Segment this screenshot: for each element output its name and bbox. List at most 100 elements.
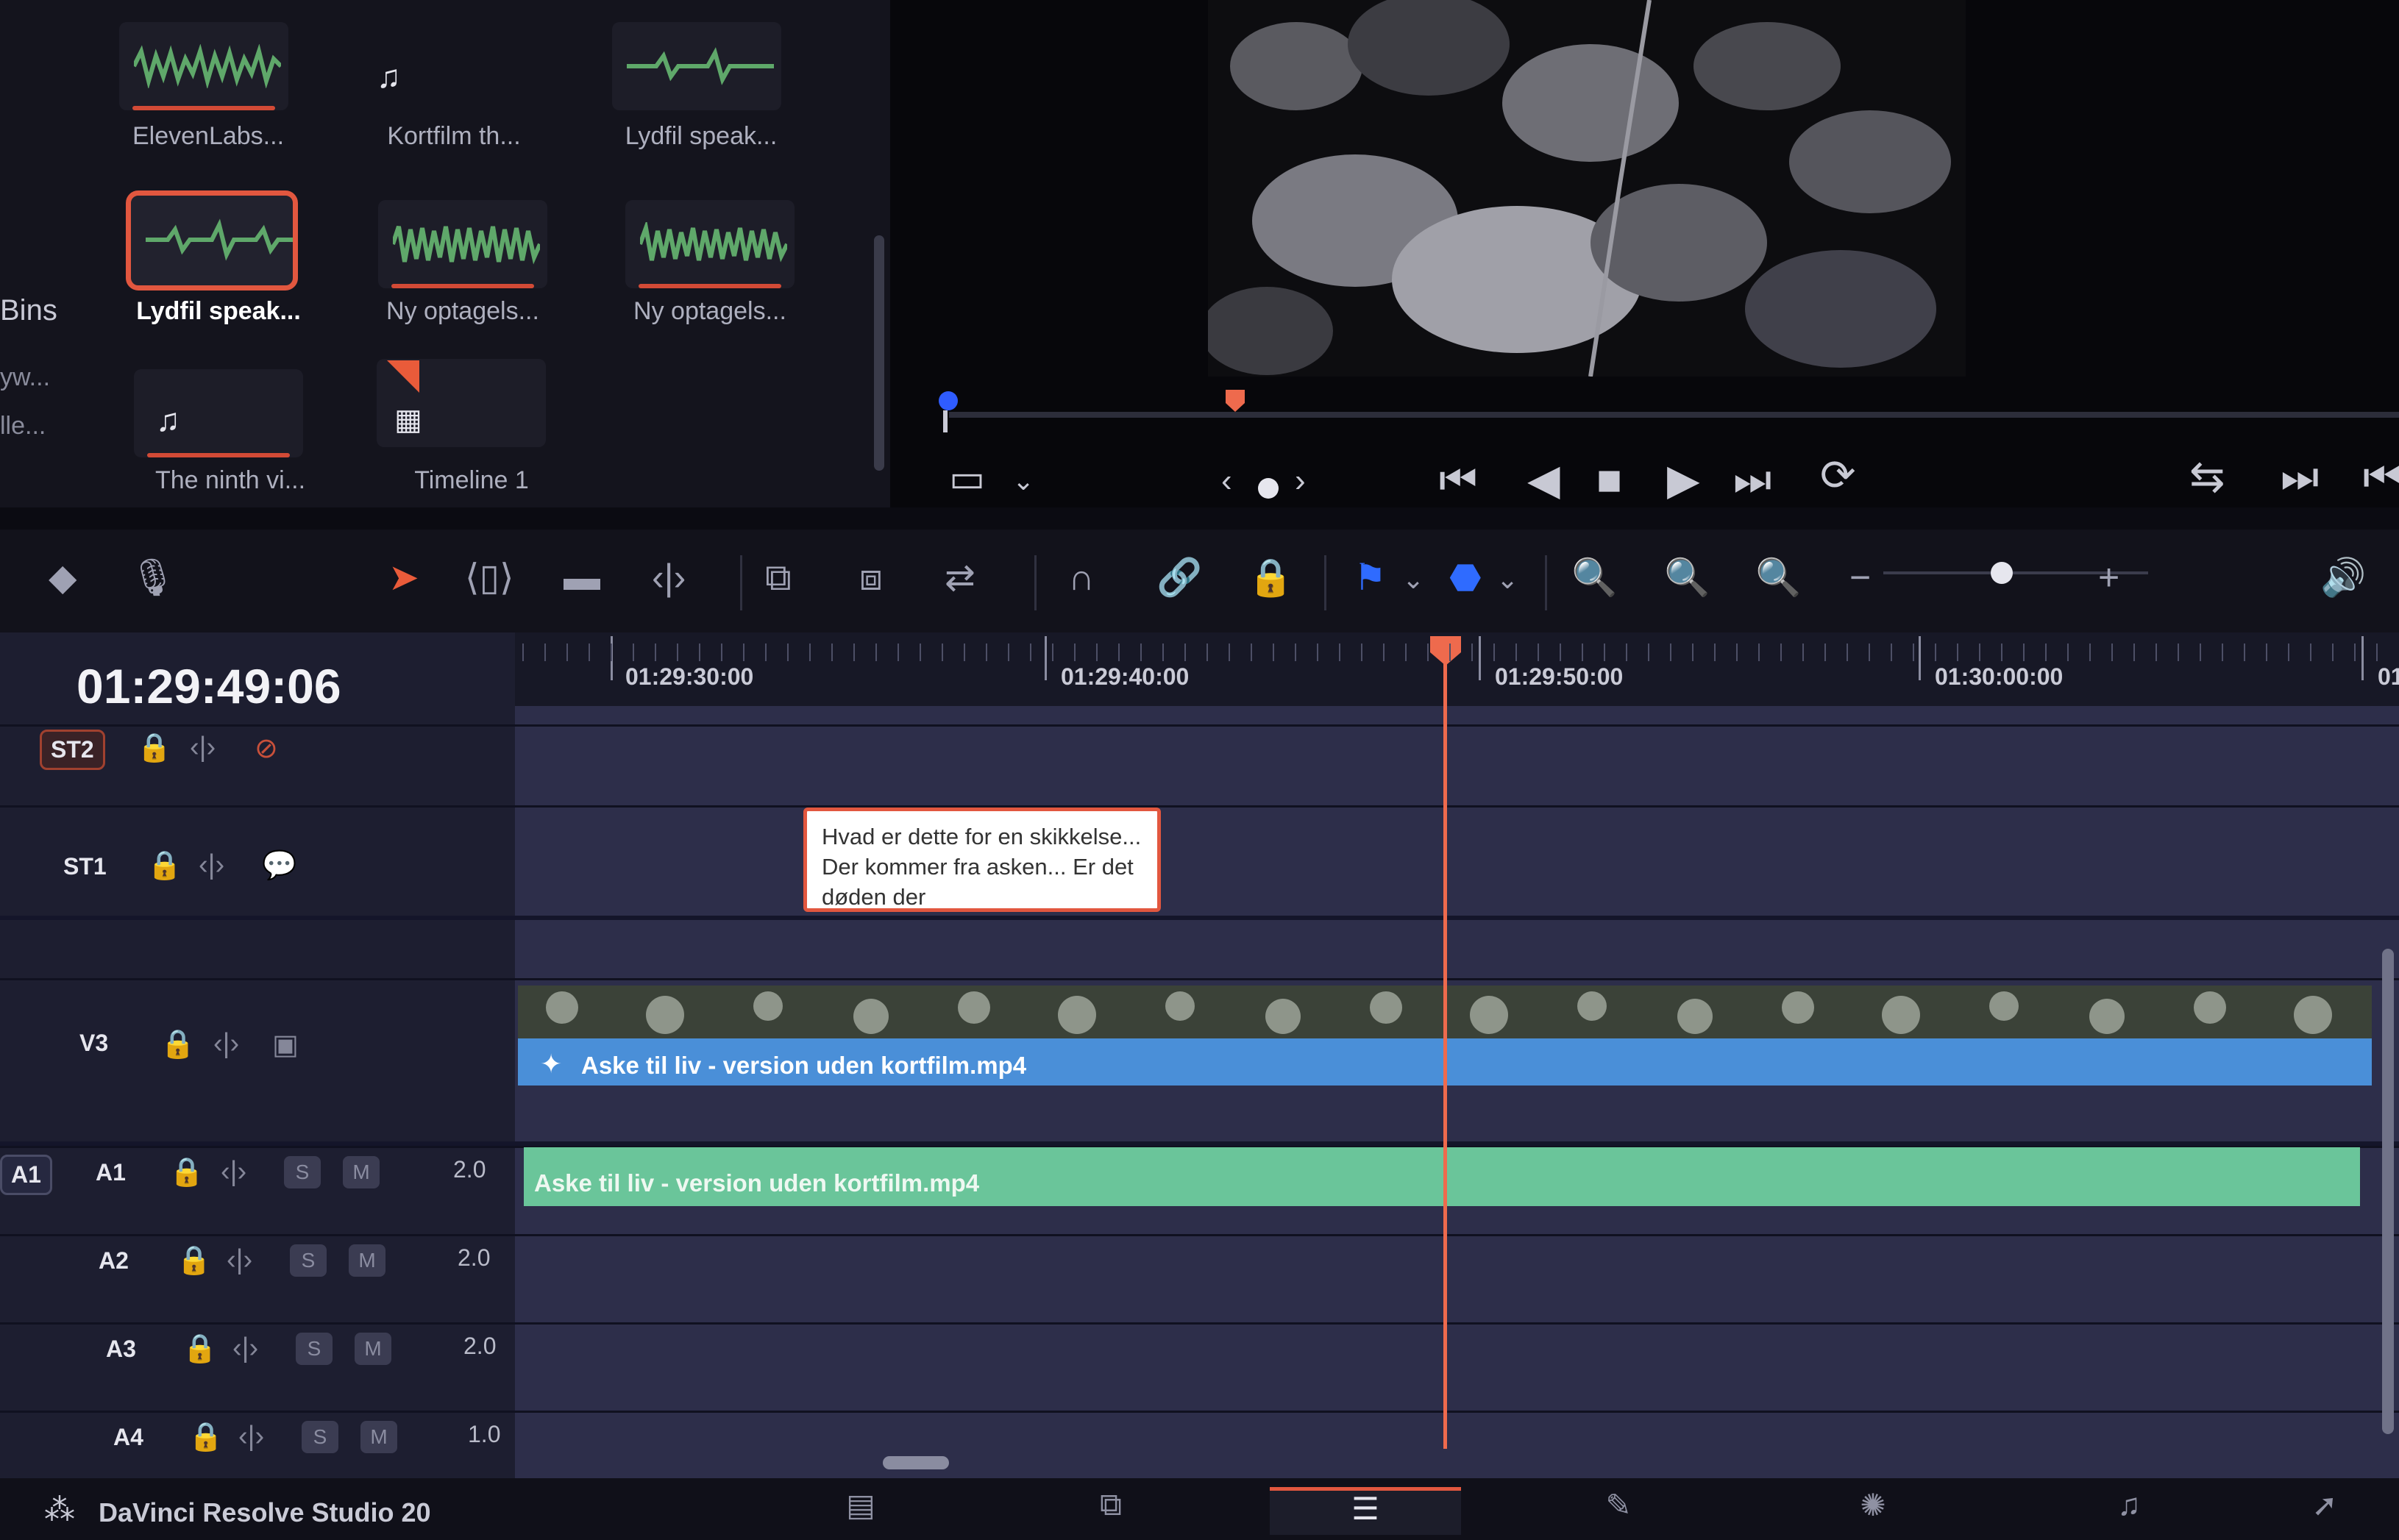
music-note-icon: ♫	[377, 59, 401, 95]
track-name[interactable]: ST1	[63, 853, 107, 880]
subtitle-clip[interactable]: Hvad er dette for en skikkelse... Der ko…	[803, 808, 1161, 912]
media-page-tab[interactable]: ▤	[765, 1487, 956, 1531]
lock-icon[interactable]: 🔒	[188, 1421, 223, 1453]
mute-button[interactable]: M	[349, 1244, 385, 1277]
bin-item[interactable]: yw...	[0, 363, 50, 392]
subtitle-disabled-icon[interactable]: ⊘	[255, 732, 278, 765]
track-st2[interactable]	[0, 724, 2399, 808]
ruler-minor-tick	[1251, 644, 1252, 661]
auto-select-icon[interactable]: ‹|›	[227, 1244, 252, 1276]
track-st1[interactable]	[0, 805, 2399, 918]
zoom-detail-icon[interactable]: 🔍	[1664, 559, 1710, 596]
next-edit-icon[interactable]: ⏭	[2281, 456, 2319, 499]
track-gain: 2.0	[458, 1244, 491, 1271]
media-clip-thumbnail[interactable]	[625, 200, 795, 288]
lock-icon[interactable]: 🔒	[182, 1333, 217, 1365]
flag-icon[interactable]: ⚑	[1354, 559, 1387, 596]
fusion-page-tab[interactable]: ✎	[1523, 1487, 1714, 1531]
media-clip-thumbnail[interactable]	[378, 200, 547, 288]
jump-to-start-icon[interactable]: ⏮	[1439, 459, 1477, 502]
solo-button[interactable]: S	[284, 1156, 321, 1188]
marker-icon[interactable]: ⬣	[1449, 559, 1482, 596]
position-lock-icon[interactable]: 🔒	[1248, 559, 1293, 596]
zoom-out-icon[interactable]: −	[1849, 559, 1871, 596]
solo-button[interactable]: S	[290, 1244, 327, 1277]
media-clip-thumbnail[interactable]	[119, 22, 288, 110]
auto-select-icon[interactable]: ‹|›	[238, 1421, 264, 1452]
jump-to-end-icon[interactable]: ⏭	[1733, 459, 1771, 502]
timeline-vertical-scrollbar[interactable]	[2382, 949, 2394, 1434]
subtitle-icon[interactable]: 💬	[262, 849, 296, 882]
viewer-scrub-bar[interactable]	[949, 412, 2399, 418]
source-patch-a1[interactable]: A1	[0, 1155, 52, 1195]
mute-button[interactable]: M	[355, 1333, 391, 1365]
lock-icon[interactable]: 🔒	[160, 1028, 195, 1060]
zoom-in-icon[interactable]: +	[2098, 559, 2119, 596]
track-name[interactable]: A4	[113, 1424, 143, 1451]
chevron-down-icon[interactable]: ⌄	[1012, 468, 1034, 494]
previous-frame-icon[interactable]: ‹	[1221, 465, 1232, 497]
auto-select-icon[interactable]: ‹|›	[221, 1156, 246, 1188]
timeline-thumbnail[interactable]: ▦	[377, 359, 546, 447]
auto-select-icon[interactable]: ‹|›	[199, 849, 224, 881]
bin-item[interactable]: lle...	[0, 412, 46, 441]
next-frame-icon[interactable]: ›	[1295, 465, 1306, 497]
timeline-horizontal-scrollbar[interactable]	[883, 1456, 949, 1469]
media-clip-thumbnail[interactable]	[612, 22, 781, 110]
cut-page-tab[interactable]: ⧉	[1015, 1487, 1206, 1531]
media-clip-thumbnail[interactable]: ♫	[134, 369, 303, 457]
track-name[interactable]: A1	[96, 1159, 126, 1186]
linked-selection-icon[interactable]: 🔗	[1156, 559, 1202, 596]
previous-edit-icon[interactable]: ⏮	[2363, 456, 2399, 499]
color-page-tab[interactable]: ✺	[1777, 1487, 1969, 1531]
lock-icon[interactable]: 🔒	[147, 849, 182, 882]
stop-icon[interactable]: ■	[1596, 459, 1622, 502]
solo-button[interactable]: S	[302, 1421, 338, 1453]
edit-page-tab[interactable]: ☰	[1270, 1487, 1461, 1535]
mute-button[interactable]: M	[343, 1156, 380, 1188]
match-frame-icon[interactable]: ⇆	[2189, 456, 2225, 499]
auto-select-icon[interactable]: ‹|›	[232, 1333, 258, 1364]
mute-button[interactable]: M	[360, 1421, 397, 1453]
play-reverse-icon[interactable]: ◀	[1527, 459, 1560, 502]
diamond-icon[interactable]: ◆	[49, 559, 77, 596]
deliver-page-tab[interactable]: ➚	[2251, 1487, 2398, 1531]
timeline-playhead[interactable]	[1443, 655, 1447, 1449]
jog-dot-icon[interactable]	[1258, 478, 1279, 499]
media-pool-scrollbar[interactable]	[874, 235, 884, 471]
chevron-down-icon[interactable]: ⌄	[1402, 566, 1424, 593]
track-video-icon[interactable]: ▣	[272, 1028, 299, 1061]
dynamic-trim-icon[interactable]: ‹|›	[652, 559, 686, 596]
microphone-icon[interactable]: 🎙	[129, 559, 176, 596]
ruler-minor-tick	[1648, 644, 1649, 661]
track-name[interactable]: ST2	[40, 730, 105, 770]
media-clip-thumbnail-selected[interactable]	[126, 190, 298, 290]
speaker-icon[interactable]: 🔊	[2320, 559, 2366, 596]
track-name[interactable]: V3	[79, 1030, 108, 1057]
blade-tool-icon[interactable]: ▬	[564, 559, 600, 596]
replace-clip-icon[interactable]: ⇄	[945, 559, 975, 596]
insert-clip-icon[interactable]: ⧉	[765, 559, 792, 596]
lock-icon[interactable]: 🔒	[137, 732, 171, 764]
overwrite-clip-icon[interactable]: ⧈	[859, 559, 883, 596]
lock-icon[interactable]: 🔒	[169, 1156, 204, 1188]
zoom-custom-icon[interactable]: 🔍	[1755, 559, 1801, 596]
chevron-down-icon[interactable]: ⌄	[1496, 566, 1518, 593]
lock-icon[interactable]: 🔒	[177, 1244, 211, 1277]
loop-icon[interactable]: ⟳	[1820, 454, 1856, 497]
media-clip-label: Timeline 1	[414, 466, 529, 494]
trim-tool-icon[interactable]: ⟨▯⟩	[465, 559, 514, 596]
solo-button[interactable]: S	[296, 1333, 333, 1365]
snapping-icon[interactable]: ∩	[1068, 559, 1095, 596]
selection-tool-icon[interactable]: ➤	[388, 559, 419, 596]
auto-select-icon[interactable]: ‹|›	[213, 1028, 239, 1060]
viewer-crop-icon[interactable]: ▭	[949, 460, 985, 498]
zoom-slider-handle[interactable]	[1991, 562, 2013, 584]
zoom-full-icon[interactable]: 🔍	[1571, 559, 1617, 596]
fairlight-page-tab[interactable]: ♫	[2033, 1487, 2225, 1531]
in-point-marker[interactable]	[939, 391, 958, 410]
track-name[interactable]: A3	[106, 1336, 136, 1363]
play-icon[interactable]: ▶	[1667, 459, 1700, 502]
auto-select-icon[interactable]: ‹|›	[190, 732, 216, 763]
track-name[interactable]: A2	[99, 1247, 129, 1275]
